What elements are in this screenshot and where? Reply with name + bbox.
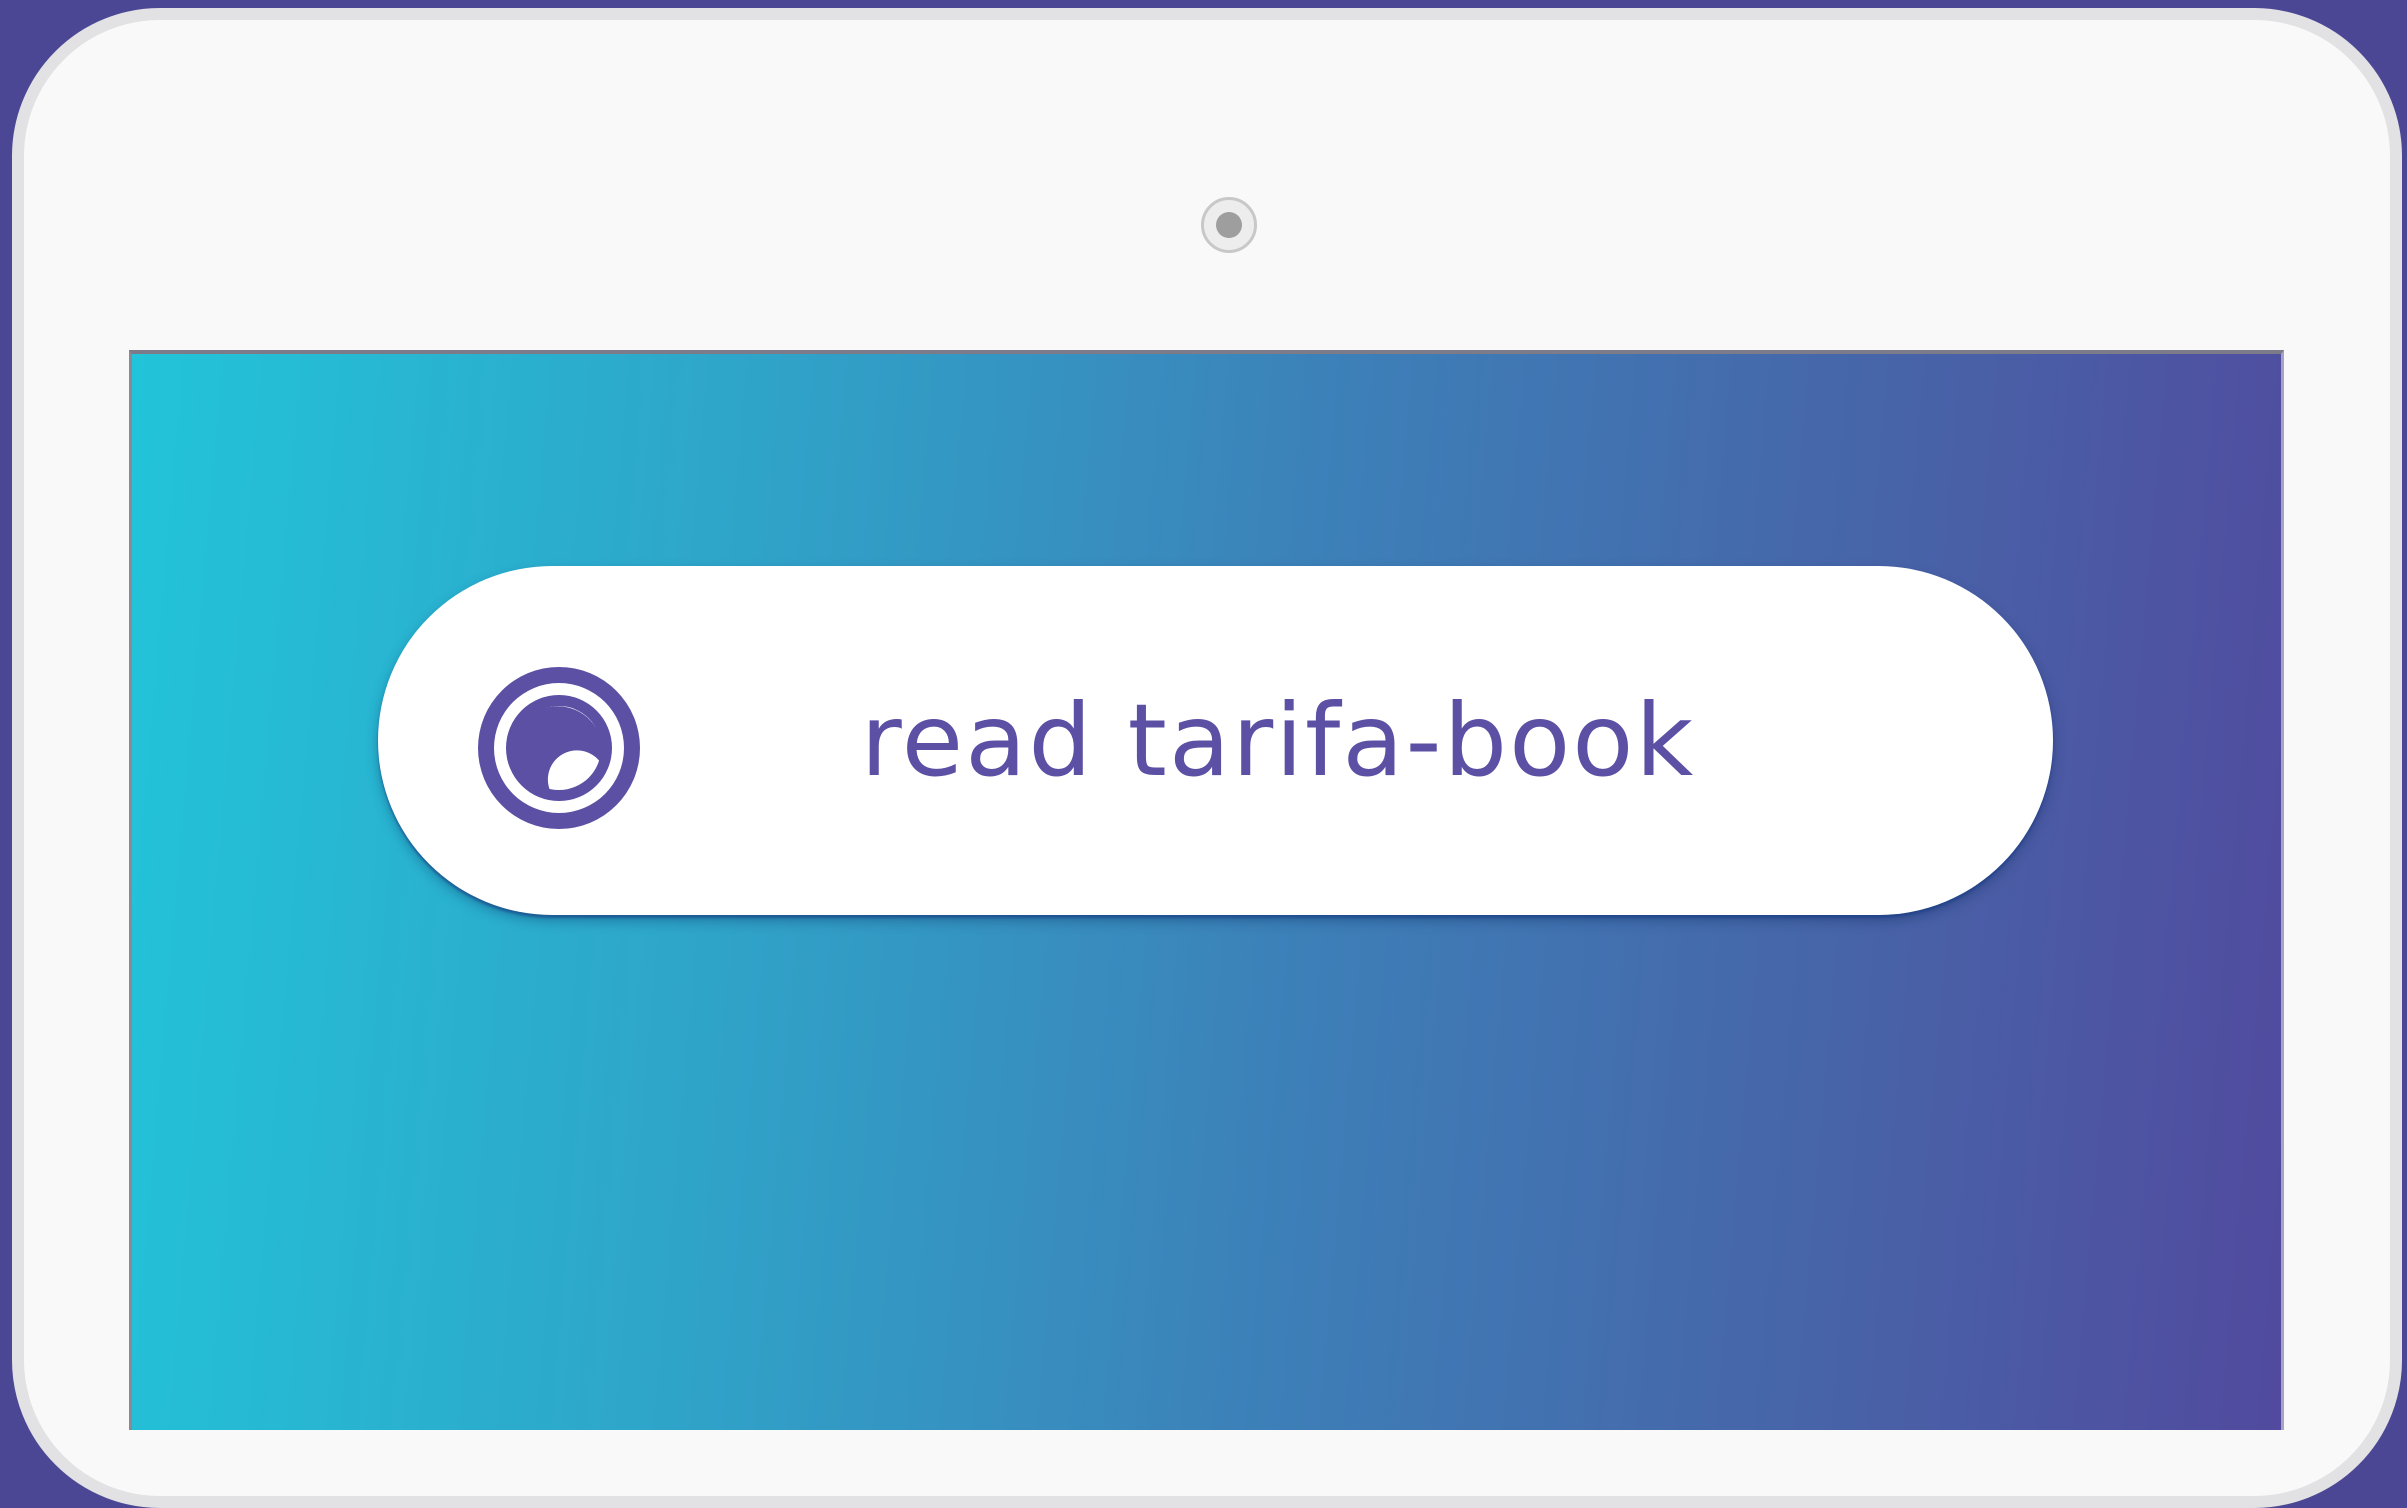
camera-icon	[1201, 197, 1257, 253]
read-tarifa-book-button[interactable]: read tarifa-book	[378, 566, 2053, 915]
button-label: read tarifa-book	[860, 682, 1696, 799]
app-logo-icon	[478, 667, 640, 829]
